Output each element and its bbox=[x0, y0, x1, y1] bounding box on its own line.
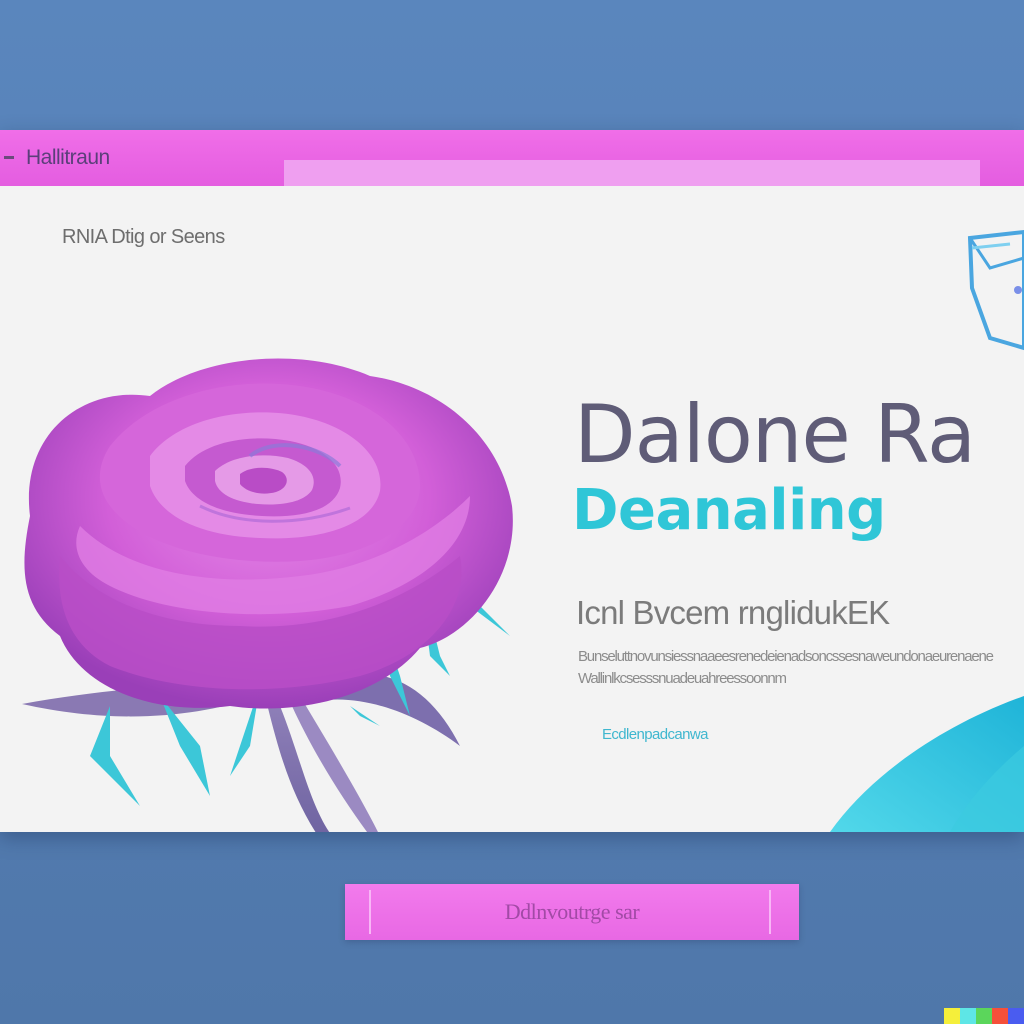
watermark-red bbox=[992, 1008, 1008, 1024]
watermark-color-strip bbox=[944, 1008, 1024, 1024]
headline: Dalone Ra bbox=[574, 388, 976, 481]
body-text-line-2: Wallinlkcsesssnuadeuahreessoonnm bbox=[578, 670, 787, 687]
watermark-cyan bbox=[960, 1008, 976, 1024]
menu-icon[interactable] bbox=[4, 156, 14, 159]
subheadline: Deanaling bbox=[572, 478, 886, 543]
watermark-yellow bbox=[944, 1008, 960, 1024]
window-title: Hallitraun bbox=[26, 146, 110, 169]
address-bar[interactable] bbox=[284, 160, 980, 186]
button-edge-right bbox=[769, 890, 771, 934]
rose-illustration bbox=[22, 358, 513, 832]
download-button[interactable]: Ddlnvoutrge sar bbox=[345, 884, 799, 940]
learn-more-link[interactable]: Ecdlenpadcanwa bbox=[602, 726, 708, 743]
title-bar: Hallitraun bbox=[0, 130, 1024, 186]
hero-section: RNIA Dtig or Seens Dalone Ra Deanaling I… bbox=[0, 186, 1024, 832]
button-edge-left bbox=[369, 890, 371, 934]
watermark-blue bbox=[1008, 1008, 1024, 1024]
browser-window: Hallitraun RNIA Dtig or Seens Dalone Ra … bbox=[0, 130, 1024, 832]
tagline: Icnl Bvcem rnglidukEK bbox=[576, 594, 890, 631]
body-text-line-1: Bunseluttnovunsiessnaaeesrenedeienadsonc… bbox=[578, 648, 994, 665]
breadcrumb[interactable]: RNIA Dtig or Seens bbox=[62, 226, 225, 249]
gem-outline-icon bbox=[967, 229, 1024, 351]
decorative-wave bbox=[830, 696, 1024, 832]
watermark-green bbox=[976, 1008, 992, 1024]
download-button-label: Ddlnvoutrge sar bbox=[504, 899, 640, 924]
